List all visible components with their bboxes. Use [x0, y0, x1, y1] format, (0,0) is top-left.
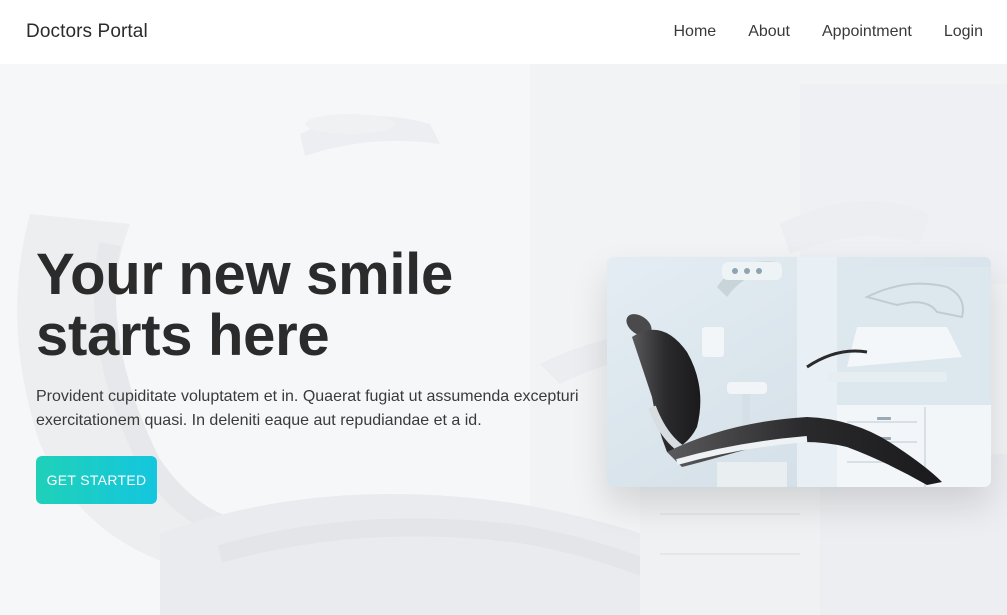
hero-title-line1: Your new smile [36, 242, 453, 307]
nav-link-home[interactable]: Home [674, 23, 717, 41]
hero-section: Your new smile starts here Provident cup… [0, 64, 1007, 615]
hero-title-line2: starts here [36, 303, 330, 368]
nav-link-login[interactable]: Login [944, 23, 983, 41]
brand-logo[interactable]: Doctors Portal [26, 21, 148, 43]
nav-links: Home About Appointment Login [674, 23, 984, 41]
navbar: Doctors Portal Home About Appointment Lo… [0, 0, 1007, 64]
hero-description: Provident cupiditate voluptatem et in. Q… [36, 388, 579, 429]
nav-link-appointment[interactable]: Appointment [822, 23, 912, 41]
get-started-button[interactable]: GET STARTED [36, 456, 157, 504]
hero-dental-chair-image [607, 257, 991, 487]
nav-link-about[interactable]: About [748, 23, 790, 41]
hero-title: Your new smile starts here [36, 244, 556, 366]
